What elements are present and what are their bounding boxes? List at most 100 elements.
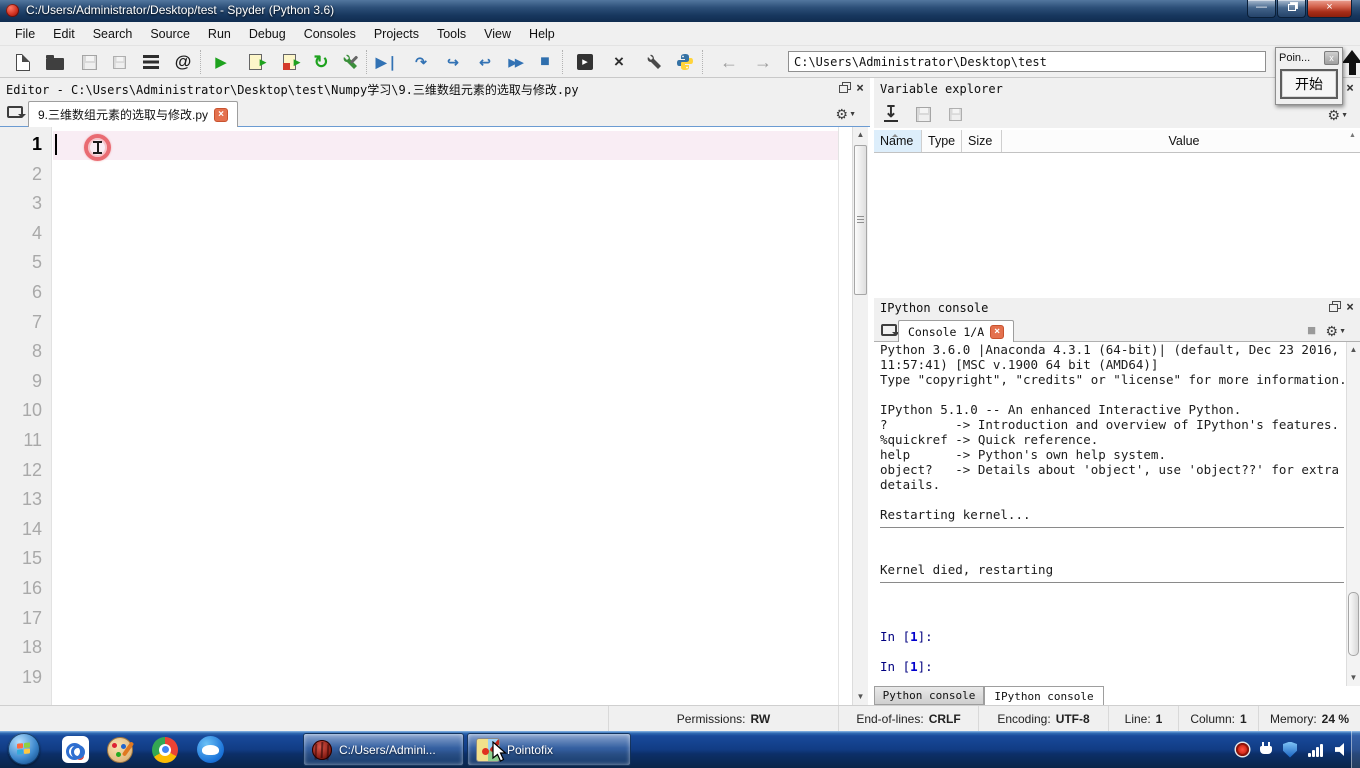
table-scroll-up-icon[interactable]: ▲ [1349,132,1356,139]
close-button[interactable]: × [1307,0,1352,18]
line-number: 19 [21,666,42,687]
continue-button[interactable]: ▶▶ [502,50,528,74]
editor-pane-title: Editor - C:\Users\Administrator\Desktop\… [6,82,579,97]
minimize-button[interactable]: — [1247,0,1276,18]
menu-item[interactable]: Edit [44,24,84,44]
line-number: 10 [21,400,42,421]
tab-python-console[interactable]: Python console [874,686,984,705]
console-line: IPython 5.1.0 -- An enhanced Interactive… [880,402,1242,417]
close-pane-icon[interactable]: × [1346,301,1354,314]
menu-item[interactable]: Help [520,24,564,44]
rerun-button[interactable]: ↻ [308,50,334,74]
line-number-gutter: 1 2 3 4 5 6 7 8 9 10 11 12 13 14 15 16 17 18 19 [0,127,52,705]
editor-scrollbar[interactable]: ▲ ▼ [852,127,868,705]
line-number: 18 [21,637,42,658]
interrupt-kernel-button[interactable]: ■ [1307,322,1316,339]
menu-item[interactable]: Search [84,24,142,44]
restore-button[interactable] [1277,0,1306,18]
debug-button[interactable]: ▶❘ [374,50,400,74]
back-button[interactable]: ← [716,50,742,74]
console-tab-close-button[interactable]: × [990,324,1005,339]
editor-tab[interactable]: 9.三维数组元素的选取与修改.py × [28,101,239,127]
layout-button[interactable]: ▸ [572,50,598,74]
editor-tab-close-button[interactable]: × [214,107,229,122]
pointofix-start-button[interactable]: 开始 [1280,69,1338,99]
code-area[interactable] [0,127,852,705]
step-into-button[interactable]: ↪ [440,50,466,74]
step-over-button[interactable]: ↷ [408,50,434,74]
new-file-icon [16,53,30,71]
save-data-button[interactable] [910,102,936,126]
line-number: 7 [31,311,42,332]
column-header-value[interactable]: Value [1002,130,1360,152]
configure-button[interactable] [338,50,364,74]
open-file-button[interactable] [42,50,68,74]
power-tray-icon[interactable] [1260,742,1272,757]
pointofix-close-button[interactable]: x [1324,50,1339,65]
new-file-button[interactable] [10,50,36,74]
menu-item[interactable]: File [6,24,44,44]
python-env-button[interactable] [672,50,698,74]
maximize-icon: × [614,52,624,71]
taskbar-app-paint[interactable] [105,735,135,764]
variable-explorer-options-button[interactable]: ⚙ ▼ [1328,107,1349,124]
console-output[interactable]: Python 3.6.0 |Anaconda 4.3.1 (64-bit)| (… [874,342,1346,686]
menu-item[interactable]: View [475,24,520,44]
preferences-button[interactable] [642,50,668,74]
close-pane-icon[interactable]: × [1346,82,1354,95]
scroll-up-icon[interactable]: ▲ [1347,342,1360,358]
console-scrollbar-thumb[interactable] [1348,592,1359,656]
undock-icon[interactable] [1329,304,1339,312]
taskbar-app-browser[interactable] [195,735,225,764]
maximize-pane-button[interactable]: × [606,50,632,74]
import-data-button[interactable]: ↧ [878,102,904,126]
column-header-type[interactable]: Type [922,130,962,152]
variable-table-body[interactable] [874,153,1360,296]
recording-tray-icon[interactable] [1236,743,1249,756]
run-cell-button[interactable] [242,50,268,74]
close-pane-icon[interactable]: × [856,82,864,95]
console-tab[interactable]: Console 1/A × [898,320,1015,342]
console-scrollbar[interactable]: ▲ ▼ [1346,342,1360,686]
taskbar-window-spyder[interactable]: C:/Users/Admini... [303,733,464,766]
pointofix-titlebar[interactable]: Poin... x [1276,48,1342,67]
save-data-as-button[interactable] [942,102,968,126]
menu-item[interactable]: Tools [428,24,475,44]
browse-tabs-icon[interactable] [7,106,26,118]
tab-ipython-console[interactable]: IPython console [984,686,1104,705]
run-button[interactable]: ▶ [208,50,234,74]
menu-item[interactable]: Projects [365,24,428,44]
line-number: 17 [21,607,42,628]
show-desktop-button[interactable] [1351,731,1360,768]
console-options-button[interactable]: ⚙ ▼ [1326,323,1347,340]
scroll-up-icon[interactable]: ▲ [853,127,868,143]
taskbar-app-1[interactable] [60,735,90,764]
column-header-name[interactable]: Name [874,130,922,152]
editor-options-button[interactable]: ⚙ ▼ [836,106,857,123]
rerun-icon: ↻ [313,51,329,72]
security-shield-icon[interactable] [1283,741,1297,758]
menu-item[interactable]: Consoles [295,24,365,44]
scroll-down-icon[interactable]: ▼ [853,689,868,705]
taskbar-app-chrome[interactable] [150,735,180,764]
network-signal-icon[interactable] [1308,743,1324,757]
menu-item[interactable]: Debug [240,24,295,44]
browse-tabs-icon[interactable] [881,324,900,336]
volume-icon[interactable] [1335,743,1344,756]
save-all-button[interactable] [106,50,132,74]
undock-icon[interactable] [839,85,849,93]
menu-item[interactable]: Source [141,24,199,44]
run-cell-advance-button[interactable] [276,50,302,74]
working-directory-input[interactable] [788,51,1266,72]
step-return-button[interactable]: ↩ [472,50,498,74]
save-button[interactable] [76,50,102,74]
start-button[interactable] [8,733,40,765]
outline-button[interactable] [138,50,164,74]
editor-scrollbar-thumb[interactable] [854,145,867,295]
forward-button[interactable]: → [750,50,776,74]
menu-item[interactable]: Run [199,24,240,44]
column-header-size[interactable]: Size [962,130,1002,152]
scroll-down-icon[interactable]: ▼ [1347,670,1360,686]
stop-debug-button[interactable]: ■ [532,50,558,74]
run-config-button[interactable]: @ [170,50,196,74]
